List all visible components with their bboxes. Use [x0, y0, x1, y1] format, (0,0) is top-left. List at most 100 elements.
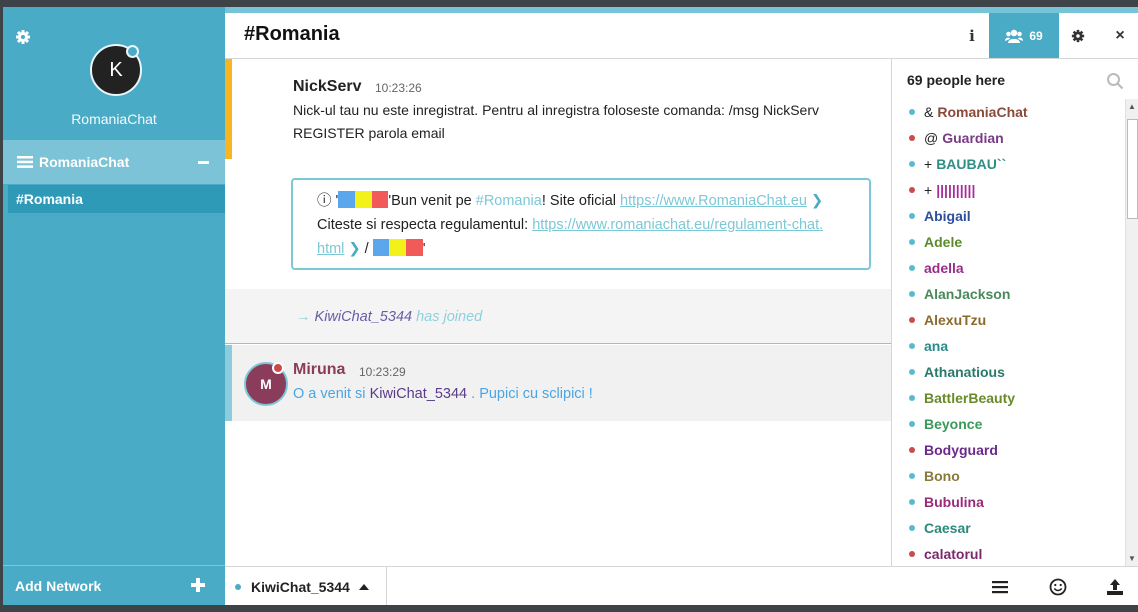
- member-item[interactable]: Athanatious: [892, 359, 1124, 385]
- member-item[interactable]: BattlerBeauty: [892, 385, 1124, 411]
- member-item[interactable]: Bubulina: [892, 489, 1124, 515]
- chevron-right-icon[interactable]: ❯: [811, 193, 823, 209]
- topic-quote-end: ': [422, 241, 426, 257]
- info-icon[interactable]: i: [957, 13, 987, 58]
- message-nick[interactable]: NickServ: [293, 78, 362, 96]
- rules-link[interactable]: https://www.romaniachat.eu/regulament-ch…: [532, 217, 823, 233]
- add-network-button[interactable]: Add Network: [3, 565, 225, 605]
- channel-settings-button[interactable]: [1063, 13, 1093, 58]
- user-nick: RomaniaChat: [71, 111, 157, 127]
- member-name: Bodyguard: [924, 442, 998, 458]
- member-panel: 69 people here & RomaniaChat @ Guardian + BAU…: [891, 59, 1138, 566]
- message-nick[interactable]: Miruna: [293, 361, 345, 379]
- chevron-right-icon[interactable]: ❯: [348, 241, 360, 257]
- member-item[interactable]: @ Guardian: [892, 125, 1124, 151]
- channel-link[interactable]: #Romania: [476, 193, 542, 209]
- status-dot: [909, 447, 915, 453]
- current-nick: KiwiChat_5344: [251, 578, 350, 595]
- member-item[interactable]: calatorul: [892, 541, 1124, 566]
- member-name: Bono: [924, 468, 960, 484]
- mention-nick[interactable]: KiwiChat_5344: [370, 386, 468, 402]
- site-link[interactable]: https://www.RomaniaChat.eu: [620, 193, 807, 209]
- member-count-heading: 69 people here: [907, 72, 1006, 88]
- member-name: BAUBAU``: [936, 156, 1007, 172]
- message-text-pre: O a venit si: [293, 386, 370, 402]
- member-item[interactable]: ana: [892, 333, 1124, 359]
- member-list: & RomaniaChat @ Guardian + BAUBAU`` + |||||||||…: [892, 99, 1124, 566]
- member-name: Caesar: [924, 520, 971, 536]
- member-name: Beyonce: [924, 416, 983, 432]
- member-name: ||||||||||: [936, 182, 976, 198]
- topic-line-3: html ❯ / ': [317, 237, 845, 261]
- sidebar: K RomaniaChat RomaniaChat #Romania Add N…: [3, 7, 225, 605]
- users-icon: [1005, 29, 1024, 43]
- status-dot: [909, 291, 915, 297]
- member-mode: &: [924, 104, 934, 120]
- gear-icon: [1071, 29, 1085, 42]
- member-name: Abigail: [924, 208, 971, 224]
- minus-icon[interactable]: [198, 161, 209, 164]
- member-name: BattlerBeauty: [924, 390, 1016, 406]
- member-item[interactable]: + BAUBAU``: [892, 151, 1124, 177]
- plus-icon: [191, 578, 205, 592]
- list-icon: [17, 156, 33, 168]
- notice-line-2: REGISTER parola email: [293, 125, 445, 141]
- status-dot: [909, 395, 915, 401]
- status-dot: [909, 109, 915, 115]
- upload-icon[interactable]: [1105, 577, 1125, 597]
- close-icon[interactable]: ×: [1105, 13, 1135, 58]
- member-item[interactable]: AlanJackson: [892, 281, 1124, 307]
- rules-link-continued[interactable]: html: [317, 241, 344, 257]
- search-icon[interactable]: [1106, 72, 1124, 90]
- menu-icon[interactable]: [990, 577, 1010, 597]
- message-time: 10:23:29: [359, 365, 406, 379]
- scroll-thumb[interactable]: [1127, 119, 1138, 219]
- info-icon: ⓘ: [317, 193, 332, 209]
- message-time: 10:23:26: [375, 81, 422, 95]
- nick-selector[interactable]: KiwiChat_5344: [225, 567, 387, 606]
- member-name: RomaniaChat: [937, 104, 1028, 120]
- topic-line-1: ⓘ ' 'Bun venit pe #Romania! Site oficial …: [317, 189, 845, 213]
- status-dot: [909, 213, 915, 219]
- message-list: NickServ 10:23:26 Nick-ul tau nu este in…: [225, 59, 891, 566]
- window-border: [0, 605, 1138, 612]
- network-item[interactable]: RomaniaChat: [3, 140, 225, 184]
- members-toggle-button[interactable]: 69: [989, 13, 1059, 58]
- member-name: adella: [924, 260, 964, 276]
- member-item[interactable]: + ||||||||||: [892, 177, 1124, 203]
- member-item[interactable]: Abigail: [892, 203, 1124, 229]
- scroll-down-icon[interactable]: ▼: [1128, 554, 1136, 563]
- topic-separator: /: [360, 241, 373, 257]
- member-name: ana: [924, 338, 949, 354]
- message-text: Nick-ul tau nu este inregistrat. Pentru …: [293, 99, 883, 145]
- input-bar: KiwiChat_5344: [225, 566, 1138, 606]
- join-message: → KiwiChat_5344 has joined: [225, 289, 891, 344]
- member-item[interactable]: Bodyguard: [892, 437, 1124, 463]
- status-dot: [126, 45, 139, 58]
- topic-site-text: ! Site oficial: [541, 193, 621, 209]
- status-dot: [909, 473, 915, 479]
- member-item[interactable]: adella: [892, 255, 1124, 281]
- status-dot: [909, 499, 915, 505]
- member-scrollbar[interactable]: ▲ ▼: [1125, 99, 1138, 566]
- joined-nick[interactable]: KiwiChat_5344: [315, 309, 413, 325]
- status-dot: [272, 362, 284, 374]
- member-item[interactable]: Caesar: [892, 515, 1124, 541]
- member-item[interactable]: AlexuTzu: [892, 307, 1124, 333]
- romanian-flag: [372, 239, 423, 256]
- gear-icon[interactable]: [15, 29, 31, 45]
- caret-up-icon: [358, 583, 369, 590]
- status-dot: [909, 239, 915, 245]
- notice-message: NickServ 10:23:26 Nick-ul tau nu este in…: [225, 59, 891, 159]
- emoji-icon[interactable]: [1048, 577, 1068, 597]
- member-item[interactable]: & RomaniaChat: [892, 99, 1124, 125]
- topic-welcome: Bun venit pe: [391, 193, 476, 209]
- sidebar-channel-romania[interactable]: #Romania: [8, 185, 225, 213]
- member-item[interactable]: Adele: [892, 229, 1124, 255]
- member-item[interactable]: Beyonce: [892, 411, 1124, 437]
- member-count: 69: [1029, 28, 1043, 43]
- member-item[interactable]: Bono: [892, 463, 1124, 489]
- member-name: Bubulina: [924, 494, 984, 510]
- status-dot: [909, 525, 915, 531]
- scroll-up-icon[interactable]: ▲: [1128, 102, 1136, 111]
